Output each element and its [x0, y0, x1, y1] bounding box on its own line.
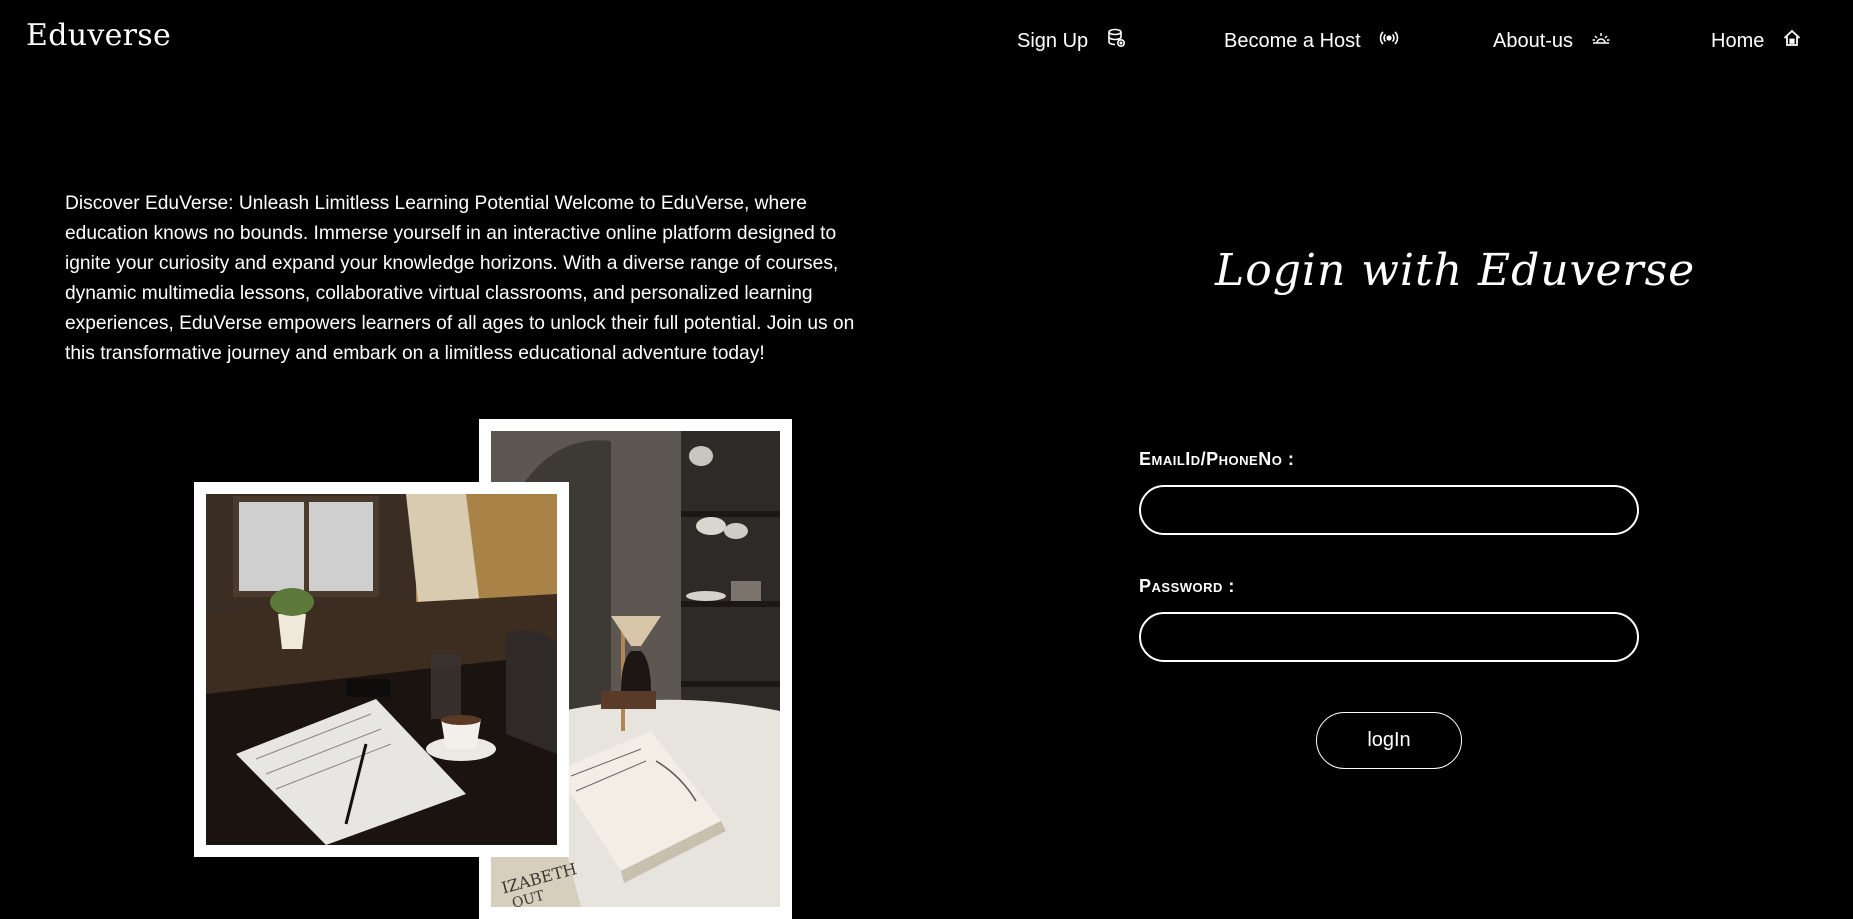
intro-text: Discover EduVerse: Unleash Limitless Lea… [65, 193, 855, 365]
nav-about-label: About-us [1493, 29, 1574, 52]
nav-host-label: Become a Host [1224, 29, 1361, 52]
logo[interactable]: Eduverse [26, 18, 171, 53]
desk-coffee-photo [206, 494, 557, 845]
nav-about-us[interactable]: About-us [1493, 28, 1611, 54]
password-label: Password : [1139, 576, 1235, 596]
nav-home[interactable]: Home [1711, 28, 1802, 54]
home-icon [1782, 28, 1802, 54]
email-label: EmailId/PhoneNo : [1139, 449, 1295, 469]
photo-frame-front [194, 482, 569, 857]
login-button[interactable]: logIn [1316, 712, 1462, 769]
login-title: Login with Eduverse [1215, 245, 1696, 296]
nav-home-label: Home [1711, 29, 1765, 52]
password-field[interactable] [1139, 612, 1639, 662]
broadcast-icon [1379, 28, 1399, 54]
nav-signup[interactable]: Sign Up [1017, 28, 1126, 54]
nav-signup-label: Sign Up [1017, 29, 1089, 52]
header: Eduverse Sign Up Become a Host About-us [0, 0, 1853, 84]
nav-become-host[interactable]: Become a Host [1224, 28, 1399, 54]
database-icon [1106, 28, 1126, 54]
sunrise-icon [1591, 28, 1611, 54]
email-field[interactable] [1139, 485, 1639, 535]
